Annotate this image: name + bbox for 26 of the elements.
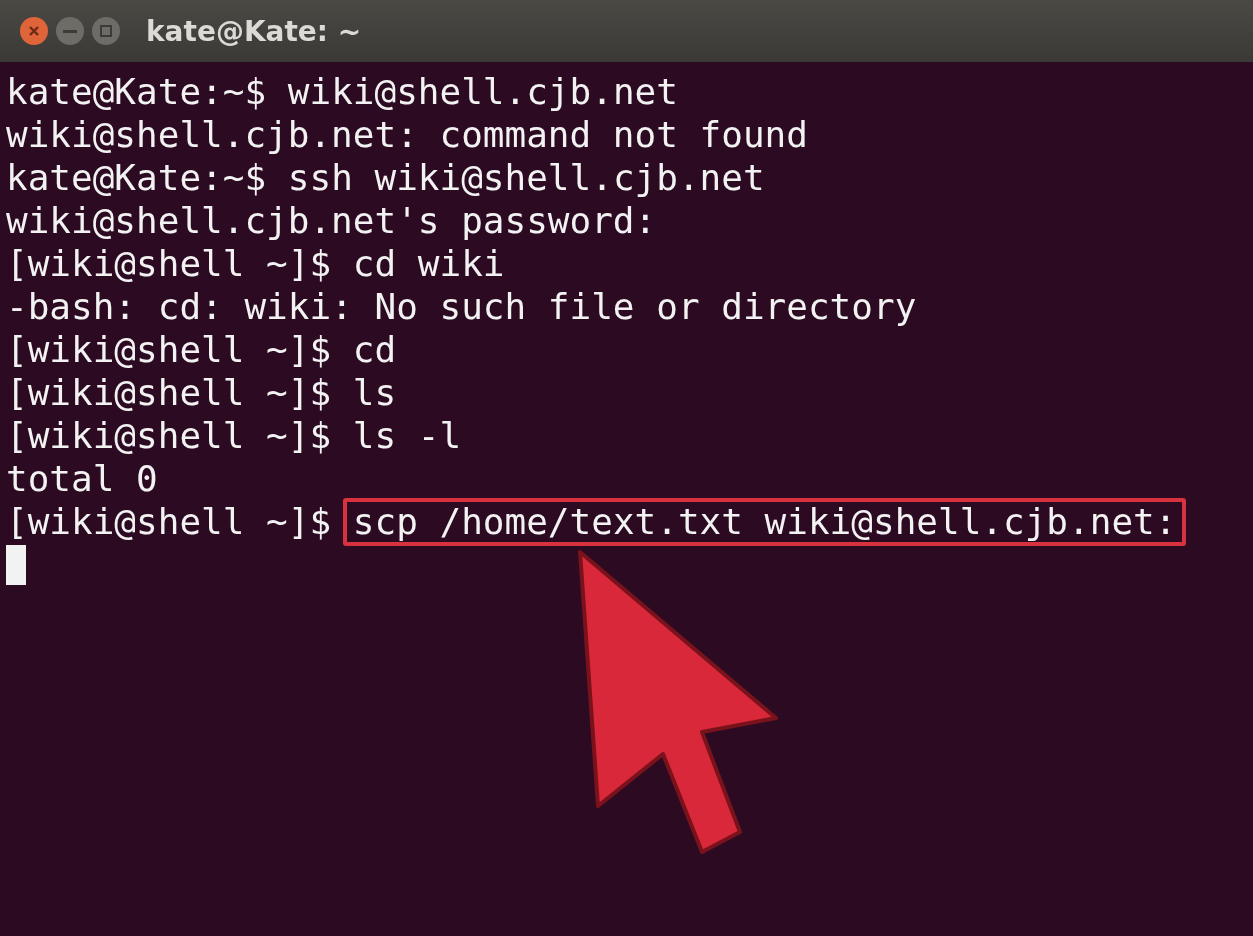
shell-prompt: [wiki@shell ~]$ [6,328,332,371]
text-cursor [6,544,26,585]
window-title: kate@Kate: ~ [146,14,362,48]
command-text: cd wiki [352,242,505,285]
shell-prompt: [wiki@shell ~]$ [6,242,332,285]
minimize-icon [63,29,77,33]
minimize-button[interactable] [56,17,84,45]
command-text: cd [352,328,397,371]
shell-prompt: kate@Kate:~$ [6,70,267,113]
command-text: wiki@shell.cjb.net [287,70,678,113]
command-text: ssh wiki@shell.cjb.net [287,156,765,199]
command-text: ls -l [352,414,462,457]
shell-prompt: [wiki@shell ~]$ [6,414,332,457]
output-text: wiki@shell.cjb.net's password: [6,199,657,242]
shell-prompt: kate@Kate:~$ [6,156,267,199]
maximize-button[interactable] [92,17,120,45]
shell-prompt: [wiki@shell ~]$ [6,371,332,414]
close-button[interactable] [20,17,48,45]
close-icon [28,25,40,37]
output-text: -bash: cd: wiki: No such file or directory [6,285,917,328]
output-text: total 0 [6,457,158,500]
maximize-icon [100,25,112,37]
output-text: wiki@shell.cjb.net: command not found [6,113,808,156]
command-text: scp /home/text.txt wiki@shell.cjb.net: [342,497,1187,546]
command-text: ls [352,371,397,414]
shell-prompt: [wiki@shell ~]$ [6,500,332,543]
